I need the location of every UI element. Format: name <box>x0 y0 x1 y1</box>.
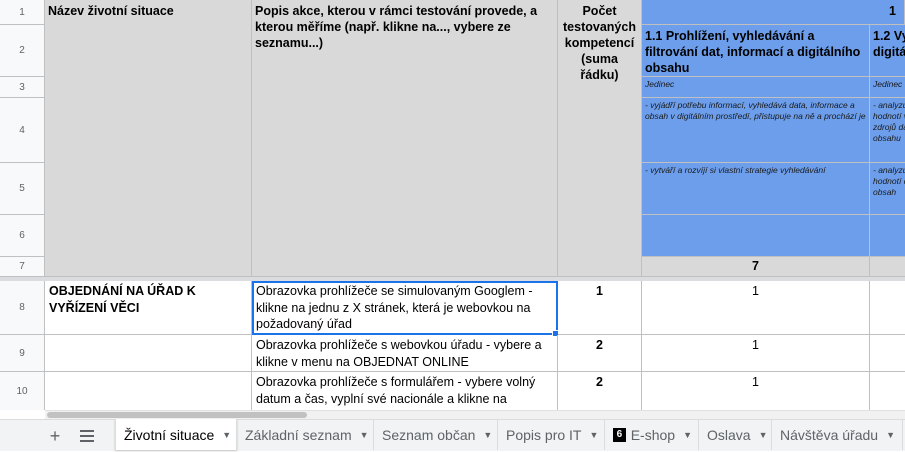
tab-seznam-obcan[interactable]: Seznam občan ▼ <box>374 420 498 450</box>
count-cell-row-8[interactable]: 1 <box>558 281 642 335</box>
description-1-2-a[interactable]: - analyzuje, porovnává a kriticky hodnot… <box>870 98 905 163</box>
tab-label: Popis pro IT <box>506 427 582 443</box>
header-action-description[interactable]: Popis akce, kterou v rámci testování pro… <box>252 0 558 277</box>
tab-label: Oslava <box>707 427 751 443</box>
tab-e-shop[interactable]: 6 E-shop ▼ <box>605 420 699 450</box>
header-competence-count[interactable]: Počet testovaných kompetencí (suma řádku… <box>558 0 642 277</box>
tab-zivotni-situace[interactable]: Životní situace ▼ <box>115 419 237 450</box>
description-1-1-a[interactable]: - vyjádří potřebu informací, vyhledává d… <box>642 98 870 163</box>
row-number-10[interactable]: 10 <box>0 372 45 410</box>
tab-oslava[interactable]: Oslava ▼ <box>699 420 772 450</box>
count-cell-row-10[interactable]: 2 <box>558 372 642 410</box>
competence-cell-row-8[interactable]: 1 <box>642 281 870 335</box>
all-sheets-menu-icon[interactable] <box>72 420 102 452</box>
situation-cell-row-9[interactable] <box>45 335 252 372</box>
row-number-6[interactable]: 6 <box>0 215 45 257</box>
count-cell-row-9[interactable]: 2 <box>558 335 642 372</box>
sheet-tab-bar: + Životní situace ▼ Základní seznam ▼ Se… <box>0 419 905 451</box>
action-cell-row-8[interactable]: Obrazovka prohlížeče se simulovaným Goog… <box>252 281 558 335</box>
competence-1-2-cell-row-10[interactable] <box>870 372 905 410</box>
description-1-1-b[interactable]: - vytváří a rozvíjí si vlastní strategie… <box>642 163 870 215</box>
tab-label: E-shop <box>630 427 676 443</box>
level-1-2[interactable]: Jedinec <box>870 77 905 98</box>
tab-dropdown-icon[interactable]: ▼ <box>222 430 231 440</box>
row-number-5[interactable]: 5 <box>0 163 45 215</box>
header-competence-group[interactable]: 1 <box>642 0 905 25</box>
competence-1-2-cell-row-8[interactable] <box>870 281 905 335</box>
tab-dropdown-icon[interactable]: ▼ <box>683 430 692 440</box>
situation-cell-row-10[interactable] <box>45 372 252 410</box>
competence-cell-row-9[interactable]: 1 <box>642 335 870 372</box>
action-cell-row-9[interactable]: Obrazovka prohlížeče s webovkou úřadu - … <box>252 335 558 372</box>
sum-competence-1-1[interactable]: 7 <box>642 257 870 277</box>
row-number-2[interactable]: 2 <box>0 25 45 77</box>
tab-dropdown-icon[interactable]: ▼ <box>589 430 598 440</box>
sum-competence-1-2[interactable] <box>870 257 905 277</box>
tab-label: Základní seznam <box>245 427 352 443</box>
row-number-8[interactable]: 8 <box>0 281 45 335</box>
competence-1-2-cell-row-9[interactable] <box>870 335 905 372</box>
tab-dropdown-icon[interactable]: ▼ <box>483 430 492 440</box>
spreadsheet-grid[interactable]: 1 2 3 4 5 6 7 8 9 10 Název životní situa… <box>0 0 905 410</box>
description-1-2-b[interactable]: - analyzuje, interpretuje a kriticky hod… <box>870 163 905 215</box>
tab-badge: 6 <box>613 428 626 442</box>
tab-dropdown-icon[interactable]: ▼ <box>886 430 895 440</box>
level-1-1[interactable]: Jedinec <box>642 77 870 98</box>
row-number-9[interactable]: 9 <box>0 335 45 372</box>
tab-dropdown-icon[interactable]: ▼ <box>360 430 369 440</box>
situation-cell-row-8[interactable]: OBJEDNÁNÍ NA ÚŘAD K VYŘÍZENÍ VĚCI <box>45 281 252 335</box>
header-competence-1-2[interactable]: 1.2 Vyhodnocení digitálních <box>870 25 905 77</box>
header-competence-1-1[interactable]: 1.1 Prohlížení, vyhledávání a filtrování… <box>642 25 870 77</box>
tab-label: Seznam občan <box>382 427 476 443</box>
row-number-3[interactable]: 3 <box>0 77 45 98</box>
add-sheet-icon[interactable]: + <box>40 420 70 452</box>
tab-label: Návštěva úřadu <box>780 427 879 443</box>
row-number-4[interactable]: 4 <box>0 98 45 163</box>
action-cell-row-10[interactable]: Obrazovka prohlížeče s formulářem - vybe… <box>252 372 558 410</box>
competence-cell-row-10[interactable]: 1 <box>642 372 870 410</box>
scrollbar-thumb[interactable] <box>47 412 307 418</box>
empty-cell-r6-c1[interactable] <box>642 215 870 257</box>
row-number-1[interactable]: 1 <box>0 0 45 25</box>
tab-zakladni-seznam[interactable]: Základní seznam ▼ <box>237 420 374 450</box>
tab-dropdown-icon[interactable]: ▼ <box>759 430 768 440</box>
tab-label: Životní situace <box>124 426 215 443</box>
header-situation-name[interactable]: Název životní situace <box>45 0 252 277</box>
row-number-7[interactable]: 7 <box>0 257 45 277</box>
empty-cell-r6-c2[interactable] <box>870 215 905 257</box>
tab-navsteva-uradu[interactable]: Návštěva úřadu ▼ <box>772 420 903 450</box>
tab-popis-pro-it[interactable]: Popis pro IT ▼ <box>498 420 605 450</box>
